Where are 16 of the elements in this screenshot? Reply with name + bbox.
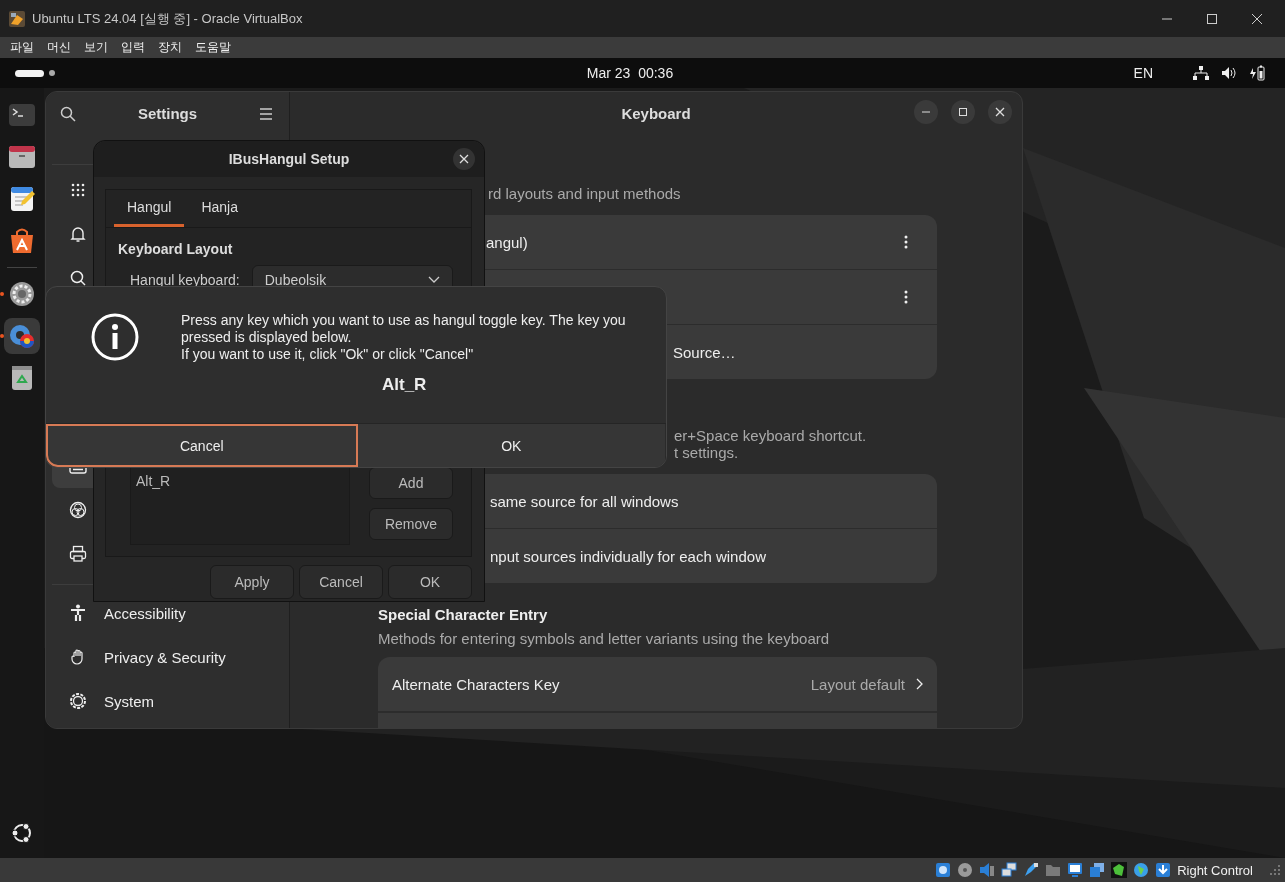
description-text: t settings. bbox=[674, 444, 739, 461]
key-name: Alt_R bbox=[382, 375, 427, 395]
section-title: Special Character Entry bbox=[378, 606, 549, 624]
setting-label: Alternate Characters Key bbox=[392, 675, 561, 693]
field-label: Hangul keyboard: bbox=[130, 272, 240, 288]
dialog-title: IBusHangul Setup bbox=[228, 151, 350, 167]
sidebar-title: Settings bbox=[136, 105, 199, 122]
message-text: Press any key which you want to use as hangul toggle key. The key you pressed is displayed below. If you want to use it, click "Ok" or click "Cancel" bbox=[181, 312, 626, 363]
host-key-label: Right Control bbox=[1177, 862, 1253, 878]
description-text: rd layouts and input methods bbox=[487, 185, 682, 203]
section-title: Keyboard Layout bbox=[117, 241, 234, 257]
section-subtitle: Methods for entering symbols and letter variants using the keyboard bbox=[378, 630, 831, 648]
page-title: Keyboard bbox=[621, 105, 691, 122]
window-title: Ubuntu LTS 24.04 [실행 중] - Oracle VirtualBox bbox=[32, 9, 304, 28]
description-text: er+Space keyboard shortcut. bbox=[674, 427, 867, 444]
setting-value: Layout default bbox=[810, 675, 905, 693]
